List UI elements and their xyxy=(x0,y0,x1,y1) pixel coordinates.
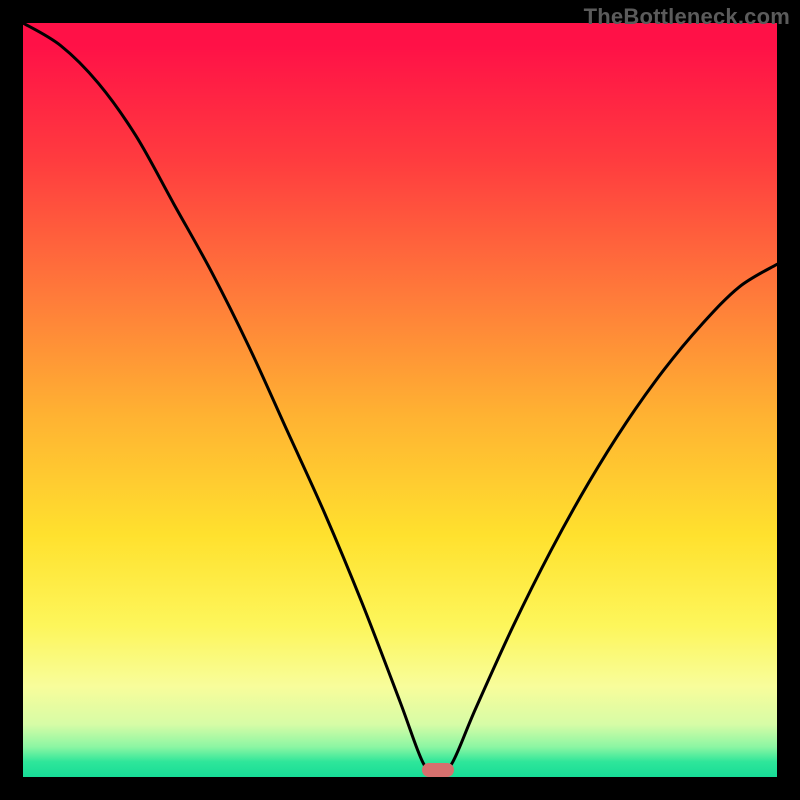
curve-svg xyxy=(23,23,777,777)
chart-frame: TheBottleneck.com xyxy=(0,0,800,800)
watermark-text: TheBottleneck.com xyxy=(584,4,790,30)
plot-area xyxy=(23,23,777,777)
optimum-marker xyxy=(422,763,454,777)
curve-path xyxy=(23,23,777,777)
